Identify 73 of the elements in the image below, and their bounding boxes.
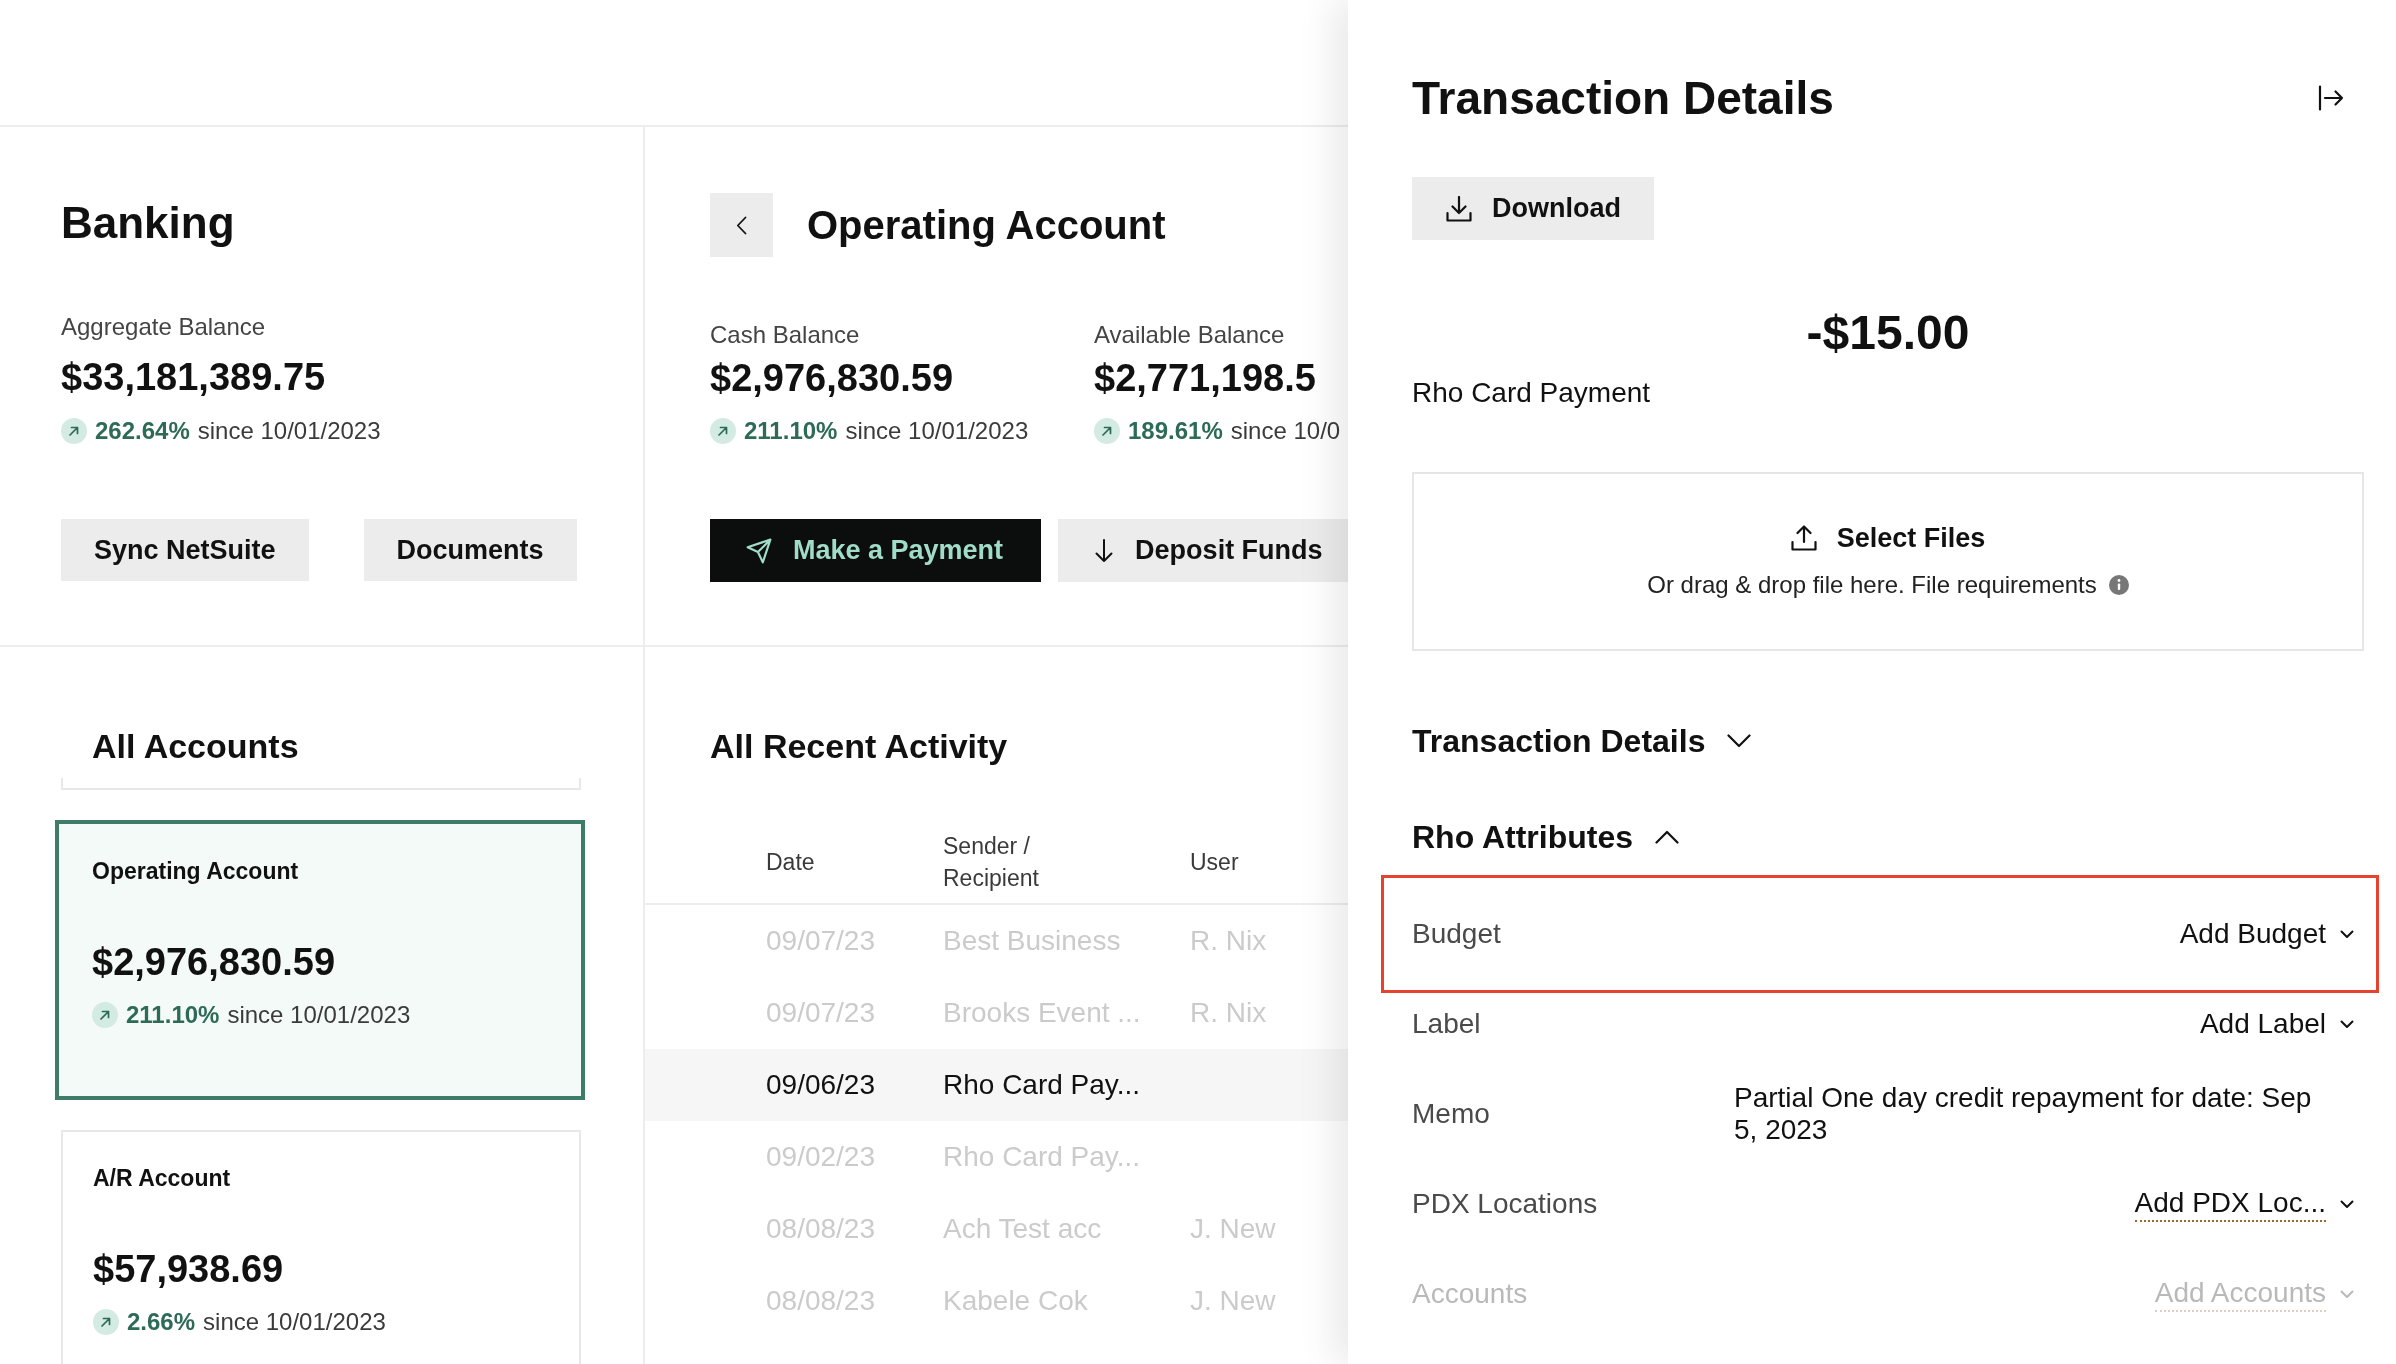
balance-label: Available Balance: [1094, 320, 1285, 350]
paper-plane-icon: [746, 537, 772, 564]
bar-arrow-right-icon: [2318, 85, 2344, 111]
balance-amount: $33,181,389.75: [61, 355, 326, 400]
upload-hint: Or drag & drop file here. File requirements: [1647, 570, 2097, 600]
column-header: User: [1190, 847, 1239, 877]
select-files-button[interactable]: Select Files: [1790, 520, 1986, 556]
trend-up-icon: [1094, 418, 1120, 444]
balance-label: Aggregate Balance: [61, 312, 266, 342]
action-button[interactable]: Make a Payment: [710, 519, 1042, 582]
attribute-label: PDX Locations: [1412, 1188, 1598, 1219]
action-button[interactable]: Sync NetSuite: [61, 519, 309, 581]
attribute-select[interactable]: Add Label: [2199, 1007, 2354, 1041]
balance-amount: $2,771,198.5: [1094, 356, 1316, 401]
attribute-label: Accounts: [1412, 1278, 1528, 1309]
change-period: since 10/0: [1230, 416, 1341, 446]
account-card[interactable]: Operating Account $2,976,830.59 211.10% since 10/01/2023: [55, 820, 585, 1100]
change-period: since 10/01/2023: [197, 416, 381, 446]
account-name: Operating Account: [92, 857, 299, 886]
download-icon: [1446, 195, 1472, 222]
section-title: All Recent Activity: [710, 726, 1008, 767]
account-name: A/R Account: [93, 1164, 231, 1193]
section-toggle[interactable]: Transaction Details: [1412, 721, 1752, 761]
change-period: since 10/01/2023: [227, 1000, 411, 1030]
change-percent: 2.66%: [127, 1307, 196, 1337]
chevron-down-icon: [2340, 929, 2354, 939]
arrow-down-icon: [1094, 538, 1115, 563]
change-percent: 262.64%: [95, 416, 190, 446]
memo-text: Partial One day credit repayment for date: Sep 5, 2023: [1734, 1082, 2313, 1146]
column-header: Sender / Recipient: [943, 831, 1040, 893]
balance-amount: $2,976,830.59: [710, 356, 953, 401]
action-button[interactable]: Deposit Funds: [1058, 519, 1348, 582]
change-percent: 211.10%: [744, 416, 838, 446]
info-icon: [2108, 575, 2129, 595]
change-percent: 211.10%: [126, 1000, 220, 1030]
change-period: since 10/01/2023: [203, 1307, 386, 1337]
column-header: Date: [766, 847, 815, 877]
account-card[interactable]: A/R Account $57,938.69 2.66% since 10/01/2023: [61, 1130, 581, 1364]
collapse-panel-button[interactable]: [2318, 85, 2344, 111]
account-balance: $2,976,830.59: [92, 940, 335, 985]
section-title: All Accounts: [92, 726, 299, 767]
upload-dropzone[interactable]: Select Files Or drag & drop file here. File requirements: [1412, 472, 2364, 651]
trend-up-icon: [92, 1002, 118, 1028]
change-percent: 189.61%: [1128, 416, 1223, 446]
activity-row[interactable]: 09/06/23 Rho Card Pay...: [645, 1049, 1348, 1121]
table-cell: Rho Card Pay...: [943, 1069, 1141, 1100]
chevron-down-icon: [2340, 1289, 2354, 1299]
trend-up-icon: [61, 418, 87, 444]
account-balance: $57,938.69: [93, 1247, 284, 1292]
attribute-select[interactable]: Add PDX Loc...: [2134, 1186, 2354, 1222]
panel-title: Transaction Details: [1412, 71, 1834, 126]
trend-up-icon: [710, 418, 736, 444]
attribute-label: Label: [1412, 1008, 1481, 1039]
action-button[interactable]: Documents: [363, 519, 577, 581]
balance-label: Cash Balance: [710, 320, 860, 350]
change-period: since 10/01/2023: [845, 416, 1029, 446]
download-button[interactable]: Download: [1412, 177, 1654, 240]
chevron-down-icon: [2340, 1019, 2354, 1029]
page-title: Operating Account: [807, 202, 1166, 249]
transaction-description: Rho Card Payment: [1412, 376, 1651, 410]
table-cell: 09/06/23: [766, 1069, 875, 1100]
attribute-select[interactable]: Add Budget: [2179, 917, 2354, 951]
transaction-amount: -$15.00: [1806, 305, 1970, 361]
chevron-left-icon: [736, 215, 747, 235]
attribute-label: Memo: [1412, 1098, 1490, 1129]
section-toggle[interactable]: Rho Attributes: [1412, 817, 1679, 857]
chevron-down-icon: [2340, 1199, 2354, 1209]
attribute-label: Budget: [1412, 918, 1501, 949]
trend-up-icon: [93, 1309, 119, 1335]
chevron-up-icon: [1655, 830, 1679, 844]
upload-icon: [1790, 525, 1817, 551]
page-title: Banking: [61, 197, 235, 249]
chevron-down-icon: [1727, 734, 1752, 748]
